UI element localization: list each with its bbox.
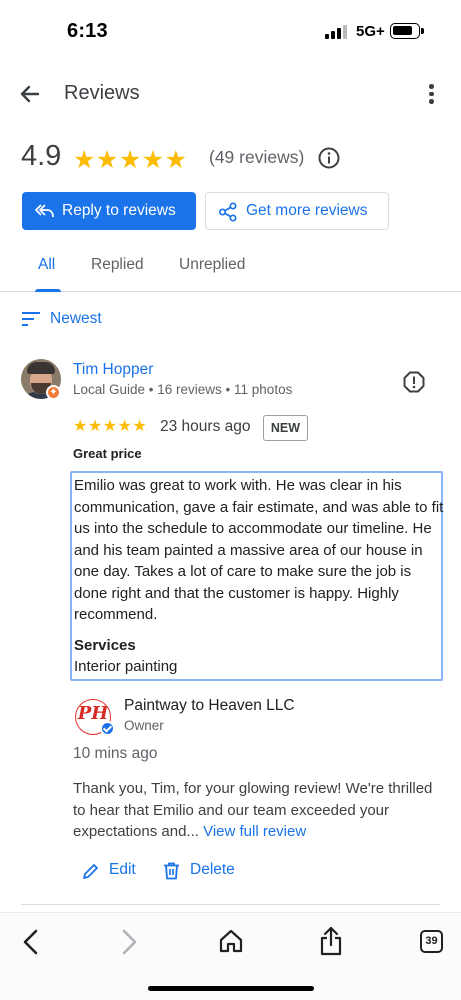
new-badge: NEW [263,415,308,441]
owner-role: Owner [124,718,164,733]
review-headline: Great price [73,446,142,461]
sort-label: Newest [50,310,102,327]
tab-replied[interactable]: Replied [91,256,144,274]
delete-reply-button[interactable]: Delete [163,860,253,882]
review-time: 23 hours ago [160,418,251,435]
owner-name: Paintway to Heaven LLC [124,697,295,714]
divider [21,904,440,905]
rating-summary: 4.9 ★★★★★ (49 reviews) [21,138,441,178]
get-more-reviews-button[interactable]: Get more reviews [205,192,389,230]
status-bar: 6:13 5G+ [0,0,461,62]
view-full-review-link[interactable]: View full review [203,823,306,840]
reply-to-reviews-button[interactable]: Reply to reviews [22,192,196,230]
reviewer-name[interactable]: Tim Hopper [73,361,153,379]
browser-toolbar: 39 [0,912,461,1000]
page-title: Reviews [64,82,140,104]
services-title: Services [74,636,136,654]
review-stars: ★★★★★ [73,418,148,435]
services-value: Interior painting [74,657,178,675]
battery-icon [390,23,424,39]
edit-reply-button[interactable]: Edit [82,860,162,882]
status-time: 6:13 [67,20,108,42]
share-icon[interactable] [319,926,343,956]
local-guide-badge-icon: ✦ [46,385,61,400]
app-bar: Reviews [0,70,461,118]
share-icon [218,202,238,222]
tabs-count-button[interactable]: 39 [420,930,443,953]
review-body[interactable]: Emilio was great to work with. He was cl… [70,471,443,681]
filter-tabs: All Replied Unreplied [0,246,461,292]
reply-time: 10 mins ago [73,745,158,762]
reply-all-icon [35,202,55,220]
trash-icon [163,862,180,880]
signal-icon [325,25,349,39]
home-icon[interactable] [218,928,244,954]
reviewer-meta: Local Guide • 16 reviews • 11 photos [73,382,293,397]
sort-icon [22,312,40,326]
browser-back-icon[interactable] [20,929,42,955]
reply-text: Thank you, Tim, for your glowing review!… [73,778,433,843]
sort-button[interactable]: Newest [22,309,142,331]
pencil-icon [82,863,99,880]
rating-stars: ★★★★★ [73,146,188,174]
info-icon[interactable] [318,147,340,169]
tab-unreplied[interactable]: Unreplied [179,256,245,274]
browser-forward-icon[interactable] [118,929,140,955]
review-text: Emilio was great to work with. He was cl… [74,477,444,623]
edit-label: Edit [109,861,136,878]
delete-label: Delete [190,861,235,878]
review-count: (49 reviews) [209,147,305,167]
tab-indicator [35,289,61,292]
home-indicator [148,986,314,991]
more-options-icon[interactable] [418,80,444,108]
rating-value: 4.9 [21,140,62,172]
report-icon[interactable] [403,371,425,393]
get-more-reviews-label: Get more reviews [246,202,368,219]
reply-to-reviews-label: Reply to reviews [62,202,176,219]
verified-icon [100,721,115,736]
network-label: 5G+ [356,23,385,40]
back-arrow-icon[interactable] [16,80,44,108]
tab-all[interactable]: All [38,256,55,274]
